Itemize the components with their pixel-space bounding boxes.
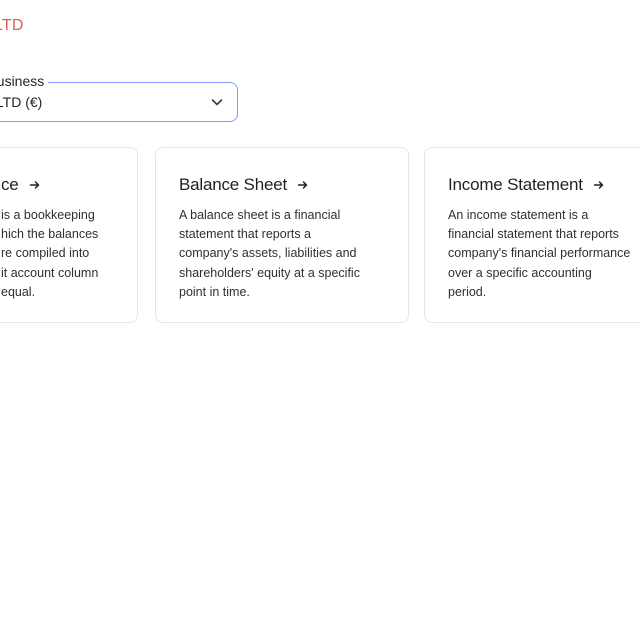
report-card-trial-balance[interactable]: ce is a bookkeeping hich the balances re… bbox=[0, 147, 138, 323]
card-title-row: Balance Sheet bbox=[179, 175, 309, 195]
chevron-down-icon bbox=[211, 99, 223, 106]
card-title: Income Statement bbox=[448, 175, 583, 194]
card-title-row: Income Statement bbox=[448, 175, 605, 195]
reports-page: LTD business s LTD (€) ce is a bookkeepi… bbox=[0, 0, 640, 640]
arrow-right-icon bbox=[29, 181, 39, 189]
business-select-label: business bbox=[0, 73, 49, 89]
arrow-right-icon bbox=[297, 181, 308, 189]
card-title: ce bbox=[1, 175, 19, 194]
report-card-income-statement[interactable]: Income Statement An income statement is … bbox=[424, 147, 640, 323]
card-title-row: ce bbox=[1, 175, 41, 195]
business-select[interactable]: business s LTD (€) bbox=[0, 73, 238, 122]
business-select-value: s LTD (€) bbox=[0, 94, 43, 110]
card-description: An income statement is a financial state… bbox=[448, 208, 631, 299]
report-card-balance-sheet[interactable]: Balance Sheet A balance sheet is a finan… bbox=[155, 147, 409, 323]
card-title: Balance Sheet bbox=[179, 175, 287, 194]
arrow-right-icon bbox=[593, 181, 604, 189]
company-name: LTD bbox=[0, 17, 24, 34]
card-description: is a bookkeeping hich the balances re co… bbox=[1, 208, 99, 299]
card-description: A balance sheet is a financial statement… bbox=[179, 208, 360, 299]
